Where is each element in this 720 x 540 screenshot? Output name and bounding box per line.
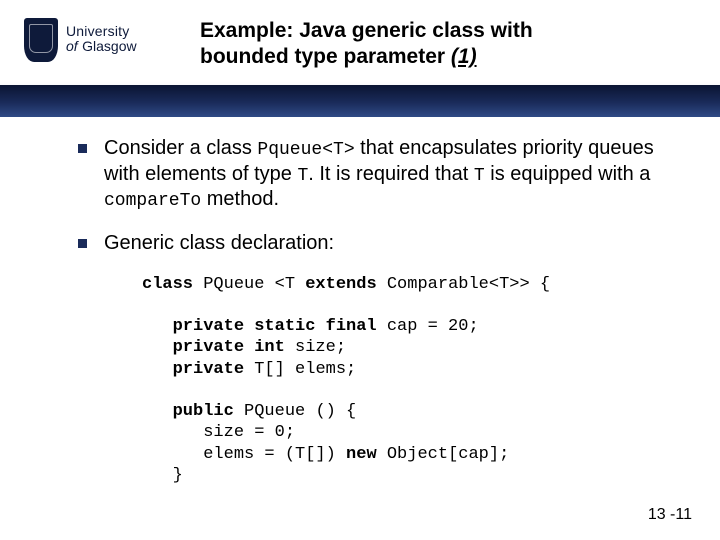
b2-text: Generic class declaration: <box>104 232 334 254</box>
b1-t1: Consider a class <box>104 137 257 159</box>
b1-code-t1: T <box>297 166 308 186</box>
b1-code-compareto: compareTo <box>104 191 201 211</box>
title-line2a: bounded type parameter <box>200 45 451 68</box>
kw-psf: private static final <box>142 317 377 336</box>
bullet-list: Consider a class Pqueue<T> that encapsul… <box>70 136 680 256</box>
code-l8: } <box>142 466 183 485</box>
content-area: Consider a class Pqueue<T> that encapsul… <box>70 136 680 486</box>
bullet-1: Consider a class Pqueue<T> that encapsul… <box>70 136 680 213</box>
code-l2b: cap = 20; <box>377 317 479 336</box>
code-l1b: PQueue <T <box>193 275 305 294</box>
crest-icon <box>24 18 58 62</box>
title-line1: Example: Java generic class with <box>200 19 533 42</box>
b1-t4: is equipped with a <box>485 163 651 185</box>
code-l3b: size; <box>285 338 346 357</box>
logo-line3: Glasgow <box>82 38 136 54</box>
university-logo: University of Glasgow <box>24 18 137 62</box>
logo-line1: University <box>66 24 137 39</box>
code-l1d: Comparable<T>> { <box>377 275 550 294</box>
title-line2b: (1) <box>451 45 477 68</box>
header-stripe <box>0 85 720 117</box>
logo-text: University of Glasgow <box>66 24 137 55</box>
code-l6: size = 0; <box>142 423 295 442</box>
bullet-2: Generic class declaration: <box>70 231 680 256</box>
code-l7c: Object[cap]; <box>377 445 510 464</box>
kw-pi: private int <box>142 338 285 357</box>
kw-private: private <box>142 360 244 379</box>
kw-extends: extends <box>305 275 376 294</box>
slide-title: Example: Java generic class with bounded… <box>200 18 680 71</box>
code-l7a: elems = (T[]) <box>142 445 346 464</box>
b1-t5: method. <box>201 188 279 210</box>
kw-public: public <box>142 402 234 421</box>
logo-line2: of <box>66 38 78 54</box>
code-l4b: T[] elems; <box>244 360 356 379</box>
kw-class: class <box>142 275 193 294</box>
b1-code-t2: T <box>474 166 485 186</box>
b1-code-pqueue: Pqueue<T> <box>257 140 354 160</box>
slide: University of Glasgow Example: Java gene… <box>0 0 720 540</box>
page-number: 13 -11 <box>648 506 692 524</box>
b1-t3: . It is required that <box>308 163 474 185</box>
code-block: class PQueue <T extends Comparable<T>> {… <box>142 274 680 487</box>
code-l5b: PQueue () { <box>234 402 356 421</box>
kw-new: new <box>346 445 377 464</box>
